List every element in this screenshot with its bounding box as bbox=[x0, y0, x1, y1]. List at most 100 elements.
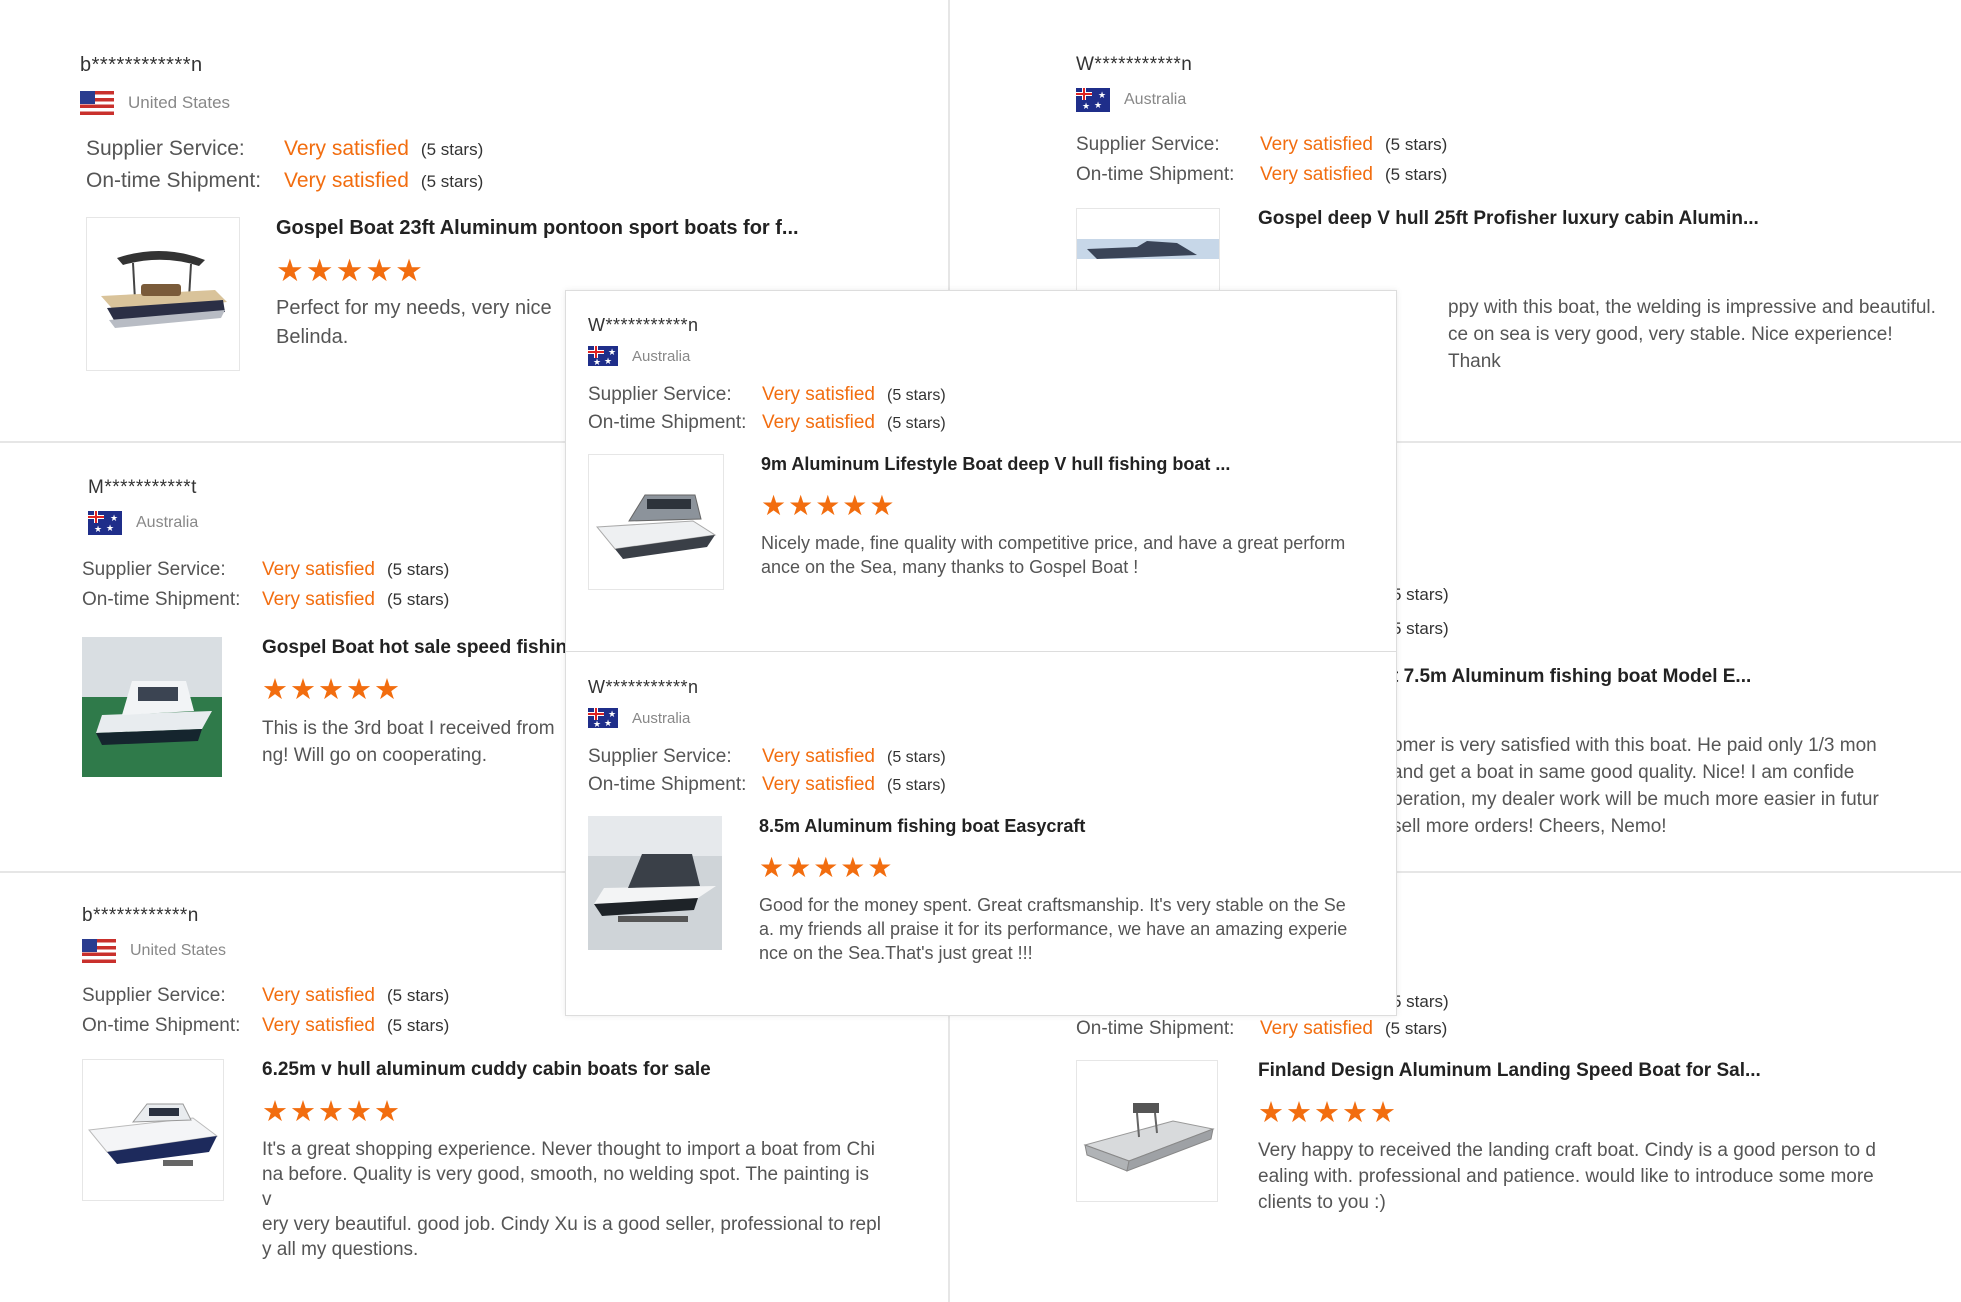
review-text-line: ery very beautiful. good job. Cindy Xu i… bbox=[262, 1214, 881, 1235]
reviewer-name: W***********n bbox=[588, 677, 699, 697]
fishing-boat-image bbox=[82, 637, 222, 777]
product-title[interactable]: Gospel deep V hull 25ft Profisher luxury… bbox=[1258, 208, 1936, 230]
supplier-service-label: Supplier Service: bbox=[588, 746, 732, 767]
shipment-rating: On-time Shipment: Very satisfied (5 star… bbox=[1076, 1018, 1956, 1040]
review-text-line: This is the 3rd boat I received from bbox=[262, 718, 555, 739]
country-name: United States bbox=[130, 942, 227, 959]
review-text-line: ance on the Sea, many thanks to Gospel B… bbox=[761, 557, 1139, 577]
reviewer-country: United States bbox=[80, 91, 840, 115]
product-title[interactable]: 8.5m Aluminum fishing boat Easycraft bbox=[759, 816, 1347, 837]
product-title[interactable]: Finland Design Aluminum Landing Speed Bo… bbox=[1258, 1060, 1876, 1082]
au-flag-icon: ★ ★ ★ bbox=[588, 346, 618, 366]
review-text: It's a great shopping experience. Never … bbox=[262, 1137, 882, 1262]
review-text-line: a. my friends all praise it for its perf… bbox=[759, 919, 1348, 939]
supplier-service-stars: (5 stars) bbox=[887, 749, 946, 766]
supplier-service-rating: Supplier Service: Very satisfied (5 star… bbox=[588, 746, 1376, 768]
easycraft-boat-image bbox=[588, 816, 722, 950]
review-text-line: omer is very satisfied with this boat. H… bbox=[1392, 735, 1877, 756]
shipment-label: On-time Shipment: bbox=[588, 412, 747, 433]
popup-divider bbox=[566, 651, 1396, 652]
product-title[interactable]: Gospel Boat 23ft Aluminum pontoon sport … bbox=[276, 217, 799, 240]
product-row: Finland Design Aluminum Landing Speed Bo… bbox=[1076, 1060, 1956, 1216]
product-thumbnail[interactable] bbox=[82, 1059, 224, 1201]
review-card: 5 stars) On-time Shipment: Very satisfie… bbox=[1076, 992, 1956, 1216]
shipment-value: Very satisfied bbox=[762, 774, 875, 795]
review-text: omer is very satisfied with this boat. H… bbox=[1392, 732, 1952, 840]
reviewer-country: ★ ★ ★ Australia bbox=[588, 346, 1376, 366]
popup-review-card: W***********n ★ ★ ★ Australia Supplier S… bbox=[588, 315, 1376, 590]
landing-craft-boat-image bbox=[1077, 1061, 1217, 1201]
supplier-service-label: Supplier Service: bbox=[82, 559, 226, 580]
shipment-value: Very satisfied bbox=[762, 412, 875, 433]
review-text-line: ce on sea is very good, very stable. Nic… bbox=[1448, 324, 1893, 372]
product-title[interactable]: 9m Aluminum Lifestyle Boat deep V hull f… bbox=[761, 454, 1345, 475]
review-text: This is the 3rd boat I received from ng!… bbox=[262, 715, 579, 769]
shipment-stars: (5 stars) bbox=[420, 172, 484, 191]
reviewer-name: b************n bbox=[80, 54, 203, 76]
product-thumbnail[interactable] bbox=[86, 217, 240, 371]
au-flag-icon: ★ ★ ★ bbox=[1076, 88, 1110, 112]
review-text-line: na before. Quality is very good, smooth,… bbox=[262, 1164, 869, 1210]
shipment-label: On-time Shipment: bbox=[86, 169, 262, 192]
reviewer-name: W***********n bbox=[588, 315, 699, 335]
review-text: ppy with this boat, the welding is impre… bbox=[1448, 294, 1936, 375]
country-name: Australia bbox=[136, 514, 199, 531]
supplier-service-stars: (5 stars) bbox=[387, 560, 450, 579]
supplier-service-stars: (5 stars) bbox=[387, 986, 450, 1005]
review-text: Very happy to received the landing craft… bbox=[1258, 1138, 1876, 1216]
product-thumbnail[interactable] bbox=[82, 637, 222, 777]
review-text: Nicely made, fine quality with competiti… bbox=[761, 531, 1345, 579]
shipment-value: Very satisfied bbox=[1260, 164, 1373, 185]
product-thumbnail[interactable] bbox=[588, 816, 722, 950]
supplier-service-value: Very satisfied bbox=[262, 559, 375, 580]
review-stars: ★★★★★ bbox=[262, 1096, 402, 1128]
supplier-service-stars: (5 stars) bbox=[887, 387, 946, 404]
review-text-line: Nicely made, fine quality with competiti… bbox=[761, 533, 1346, 553]
us-flag-icon bbox=[80, 91, 114, 115]
product-title[interactable]: t 7.5m Aluminum fishing boat Model E... bbox=[1392, 666, 1952, 688]
shipment-rating: On-time Shipment: Very satisfied (5 star… bbox=[86, 169, 840, 193]
shipment-label: On-time Shipment: bbox=[1076, 1018, 1235, 1039]
supplier-service-stars: (5 stars) bbox=[420, 140, 484, 159]
review-text-line: ealing with. professional and patience. … bbox=[1258, 1166, 1874, 1187]
shipment-stars: (5 stars) bbox=[887, 777, 946, 794]
shipment-value: Very satisfied bbox=[284, 169, 409, 192]
review-text-line: clients to you :) bbox=[1258, 1192, 1386, 1213]
supplier-service-label: Supplier Service: bbox=[1076, 134, 1220, 155]
shipment-stars: (5 stars) bbox=[1385, 165, 1448, 184]
shipment-rating: On-time Shipment: Very satisfied (5 star… bbox=[588, 774, 1376, 796]
supplier-service-value: Very satisfied bbox=[762, 384, 875, 405]
us-flag-icon bbox=[82, 939, 116, 963]
shipment-rating: On-time Shipment: Very satisfied (5 star… bbox=[82, 1015, 882, 1037]
shipment-value: Very satisfied bbox=[1260, 1018, 1373, 1039]
lifestyle-boat-image bbox=[589, 455, 723, 589]
review-text-line: nce on the Sea.That's just great !!! bbox=[759, 943, 1033, 963]
review-stars: ★★★★★ bbox=[262, 674, 402, 706]
review-text-line: Good for the money spent. Great craftsma… bbox=[759, 895, 1346, 915]
reviewer-country: ★ ★ ★ Australia bbox=[1076, 88, 1936, 112]
supplier-service-stars: 5 stars) bbox=[1392, 585, 1449, 604]
shipment-value: Very satisfied bbox=[262, 589, 375, 610]
supplier-service-rating: Supplier Service: Very satisfied (5 star… bbox=[588, 384, 1376, 406]
review-stars: ★★★★★ bbox=[761, 490, 897, 521]
country-name: United States bbox=[128, 93, 231, 112]
product-thumbnail[interactable] bbox=[1076, 1060, 1218, 1202]
review-stars: ★★★★★ bbox=[759, 852, 895, 883]
shipment-label: On-time Shipment: bbox=[82, 589, 241, 610]
product-title[interactable]: 6.25m v hull aluminum cuddy cabin boats … bbox=[262, 1059, 882, 1081]
product-title[interactable]: Gospel Boat hot sale speed fishing bbox=[262, 637, 579, 659]
shipment-rating: On-time Shipment: Very satisfied (5 star… bbox=[588, 412, 1376, 434]
cuddy-cabin-boat-image bbox=[83, 1060, 223, 1200]
supplier-service-value: Very satisfied bbox=[284, 137, 409, 160]
reviewer-name: W***********n bbox=[1076, 54, 1193, 75]
popup-review-card: W***********n ★ ★ ★ Australia Supplier S… bbox=[588, 677, 1376, 965]
shipment-label: On-time Shipment: bbox=[588, 774, 747, 795]
product-thumbnail[interactable] bbox=[588, 454, 724, 590]
country-name: Australia bbox=[1124, 91, 1187, 108]
review-stars: ★★★★★ bbox=[276, 253, 425, 288]
supplier-service-label: Supplier Service: bbox=[82, 985, 226, 1006]
supplier-service-value: Very satisfied bbox=[1260, 134, 1373, 155]
country-name: Australia bbox=[632, 347, 691, 365]
shipment-label: On-time Shipment: bbox=[82, 1015, 241, 1036]
shipment-stars: 5 stars) bbox=[1392, 619, 1449, 638]
